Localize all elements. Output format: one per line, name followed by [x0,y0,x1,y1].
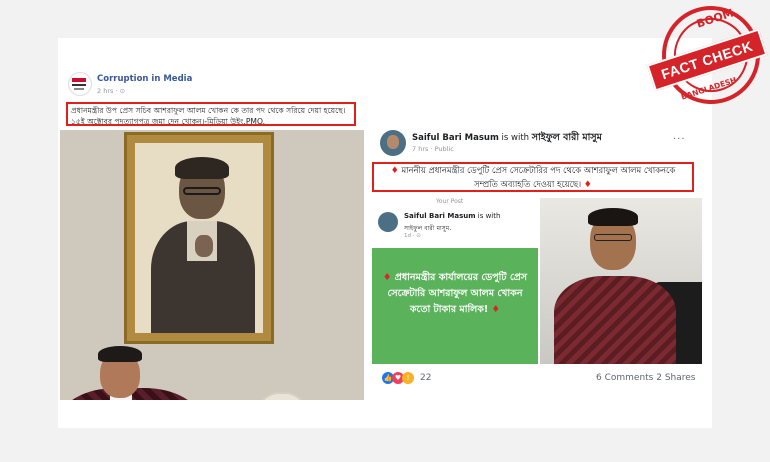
green-card-text: প্রধানমন্ত্রীর কার্যালয়ের ডেপুটি প্রেস … [387,272,528,315]
woman-figure [250,392,314,400]
shared-author-avatar [378,212,398,232]
shared-post-images[interactable]: Your Post Saiful Bari Masum is with সাইফ… [372,192,702,364]
page-logo-avatar[interactable] [68,72,92,96]
right-facebook-post: Saiful Bari Masum is with সাইফুল বারী মা… [368,122,706,394]
portrait-frame [124,132,274,344]
more-options-icon[interactable]: ··· [673,134,686,145]
shared-post-screenshot: Your Post Saiful Bari Masum is with সাইফ… [372,198,538,364]
with-text: is with [501,133,530,143]
author-name-link[interactable]: Saiful Bari Masum [412,133,499,143]
red-diamond-icon: ♦ [583,180,592,190]
post-footer: 👍 ♥ ! 22 6 Comments 2 Shares [368,364,706,394]
post-timestamp[interactable]: 2 hrs · ⊙ [97,87,125,95]
post-caption-highlighted: প্রধানমন্ত্রীর উপ প্রেস সচিব আশরাফুল আলম… [66,102,356,126]
post-header: Corruption in Media 2 hrs · ⊙ [60,62,364,102]
tagged-name-link[interactable]: সাইফুল বারী মাসুম [532,132,602,143]
post-caption-highlighted: ♦ মাননীয় প্রধানমন্ত্রীর ডেপুটি প্রেস সে… [372,162,694,192]
page-name-link[interactable]: Corruption in Media [97,74,192,84]
author-line: Saiful Bari Masum is with সাইফুল বারী মা… [412,131,602,146]
shared-timestamp: 1d · ⊙ [404,233,421,239]
left-facebook-post: Corruption in Media 2 hrs · ⊙ প্রধানমন্ত… [60,62,364,400]
red-diamond-icon: ♦ [382,272,392,283]
shared-author-line: Saiful Bari Masum is with [404,212,501,220]
your-post-label: Your Post [436,198,464,205]
green-text-card: ♦ প্রধানমন্ত্রীর কার্যালয়ের ডেপুটি প্রে… [372,248,538,364]
comments-shares-count[interactable]: 6 Comments 2 Shares [596,373,695,383]
red-diamond-icon: ♦ [390,166,399,176]
man-photo [540,198,702,364]
red-diamond-icon: ♦ [491,304,501,315]
caption-text: মাননীয় প্রধানমন্ত্রীর ডেপুটি প্রেস সেক্… [401,165,676,189]
reaction-count[interactable]: 22 [420,373,431,383]
author-avatar[interactable] [380,130,406,156]
post-timestamp[interactable]: 7 hrs · Public [412,145,454,153]
wow-reaction-icon[interactable]: ! [402,372,414,384]
post-photo[interactable] [60,130,364,400]
fact-check-stamp-logo: BOOM FACT CHECK BANGLADESH [644,0,770,124]
